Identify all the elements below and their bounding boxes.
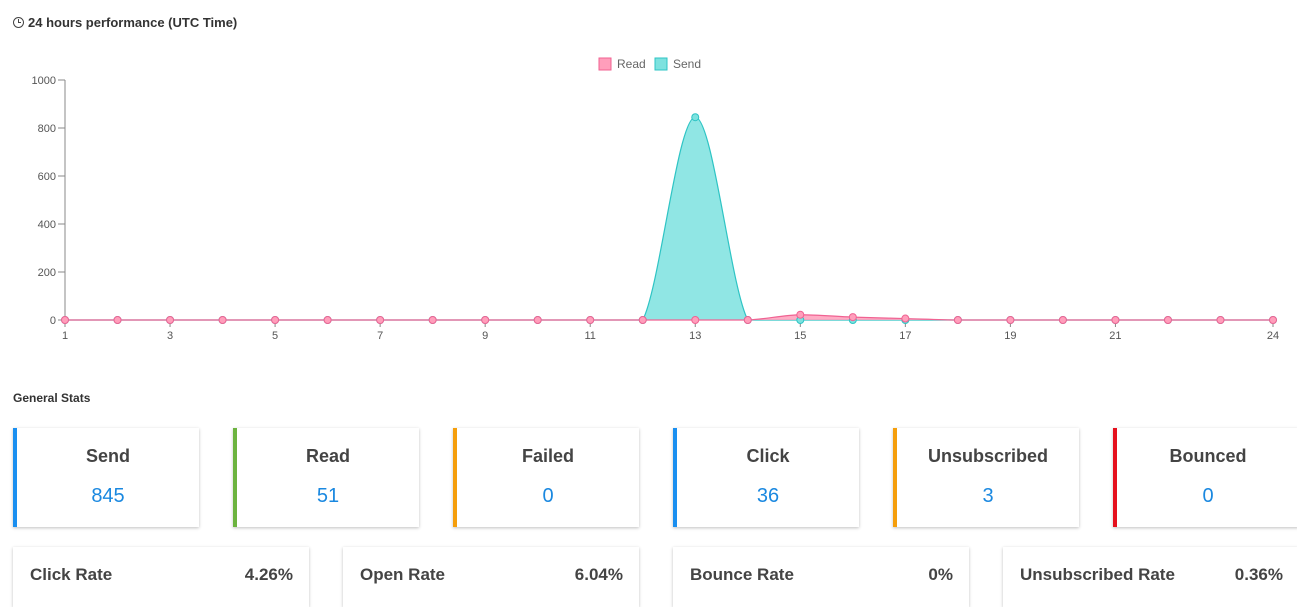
point-read [743, 316, 752, 324]
legend-swatch-send [654, 57, 668, 71]
area-send [65, 117, 1273, 320]
stat-card-value: 3 [982, 485, 994, 507]
x-tick-label: 11 [585, 330, 596, 342]
performance-chart: Read Send020040060080010001 3 5 7 9 11 13 15 17 19… [32, 57, 1280, 342]
x-tick-label: 24 [1267, 330, 1279, 342]
stat-card-send: Send 845 [13, 428, 199, 527]
rate-value: 6.04% [574, 565, 623, 584]
stat-card-value: 0 [1202, 485, 1214, 507]
rate-card-bounce-rate: Bounce Rate 0% [673, 547, 969, 607]
point-read [533, 316, 542, 324]
x-tick-label: 13 [689, 330, 701, 342]
rate-value: 0.36% [1234, 565, 1283, 584]
rate-card-open-rate: Open Rate 6.04% [343, 547, 639, 607]
point-read [1058, 316, 1067, 324]
point-read [113, 316, 122, 324]
point-read [61, 316, 69, 324]
stat-card-label: Read [305, 446, 350, 466]
point-read [796, 310, 805, 319]
x-tick-label: 19 [1004, 330, 1016, 342]
rate-label: Click Rate [30, 565, 113, 584]
stat-card-bounced: Bounced 0 [1113, 428, 1297, 527]
stat-card-value: 36 [756, 485, 780, 507]
point-read [691, 316, 700, 324]
point-read [218, 316, 227, 324]
x-tick-label: 7 [377, 330, 383, 342]
rate-card-unsubscribed-rate: Unsubscribed Rate 0.36% [1003, 547, 1297, 607]
legend-label-read: Read [617, 57, 646, 71]
stat-card-label: Bounced [1169, 446, 1247, 466]
rate-value: 0% [928, 565, 953, 584]
rate-value: 4.26% [244, 565, 293, 584]
y-tick-label: 400 [38, 219, 56, 231]
rate-label: Unsubscribed Rate [1020, 565, 1175, 584]
chart-title-text: 24 hours performance (UTC Time) [28, 15, 238, 30]
x-tick-label: 15 [794, 330, 806, 342]
stat-card-click: Click 36 [673, 428, 859, 527]
clock-icon [13, 17, 24, 28]
point-read [271, 316, 280, 324]
y-tick-label: 0 [50, 315, 56, 327]
y-tick-label: 200 [38, 267, 56, 279]
x-tick-label: 5 [272, 330, 278, 342]
rate-label: Open Rate [360, 565, 446, 584]
stat-card-value: 51 [316, 485, 340, 507]
general-stats-title: General Stats [13, 391, 91, 405]
point-read [428, 316, 437, 324]
legend-label-send: Send [673, 57, 701, 71]
chart-title: 24 hours performance (UTC Time) [13, 15, 237, 30]
rate-label: Bounce Rate [690, 565, 794, 584]
stat-card-label: Click [746, 446, 790, 466]
point-read [481, 316, 490, 324]
stat-card-label: Send [85, 446, 130, 466]
point-read [1163, 316, 1172, 324]
x-tick-label: 21 [1109, 330, 1121, 342]
point-read [1111, 316, 1120, 324]
point-read [638, 316, 647, 324]
point-read [901, 314, 910, 323]
point-read [1216, 316, 1225, 324]
x-tick-label: 17 [899, 330, 911, 342]
stat-card-label: Unsubscribed [927, 446, 1049, 466]
point-read [166, 316, 175, 324]
y-tick-label: 800 [38, 123, 56, 135]
point-send [691, 113, 700, 122]
x-tick-label: 1 [62, 330, 68, 342]
stat-card-label: Failed [521, 446, 574, 466]
stat-card-read: Read 51 [233, 428, 419, 527]
point-read [376, 316, 385, 324]
point-read [323, 316, 332, 324]
point-read [1269, 316, 1277, 324]
stat-card-unsubscribed: Unsubscribed 3 [893, 428, 1079, 527]
stat-card-value: 845 [91, 485, 125, 507]
point-read [586, 316, 595, 324]
y-tick-label: 1000 [32, 75, 56, 87]
stat-card-value: 0 [542, 485, 554, 507]
legend-swatch-read [598, 57, 612, 71]
point-read [953, 316, 962, 324]
y-tick-label: 600 [38, 171, 56, 183]
rate-card-click-rate: Click Rate 4.26% [13, 547, 309, 607]
point-read [848, 313, 857, 322]
stat-card-failed: Failed 0 [453, 428, 639, 527]
x-tick-label: 9 [482, 330, 488, 342]
point-read [1006, 316, 1015, 324]
x-tick-label: 3 [167, 330, 173, 342]
